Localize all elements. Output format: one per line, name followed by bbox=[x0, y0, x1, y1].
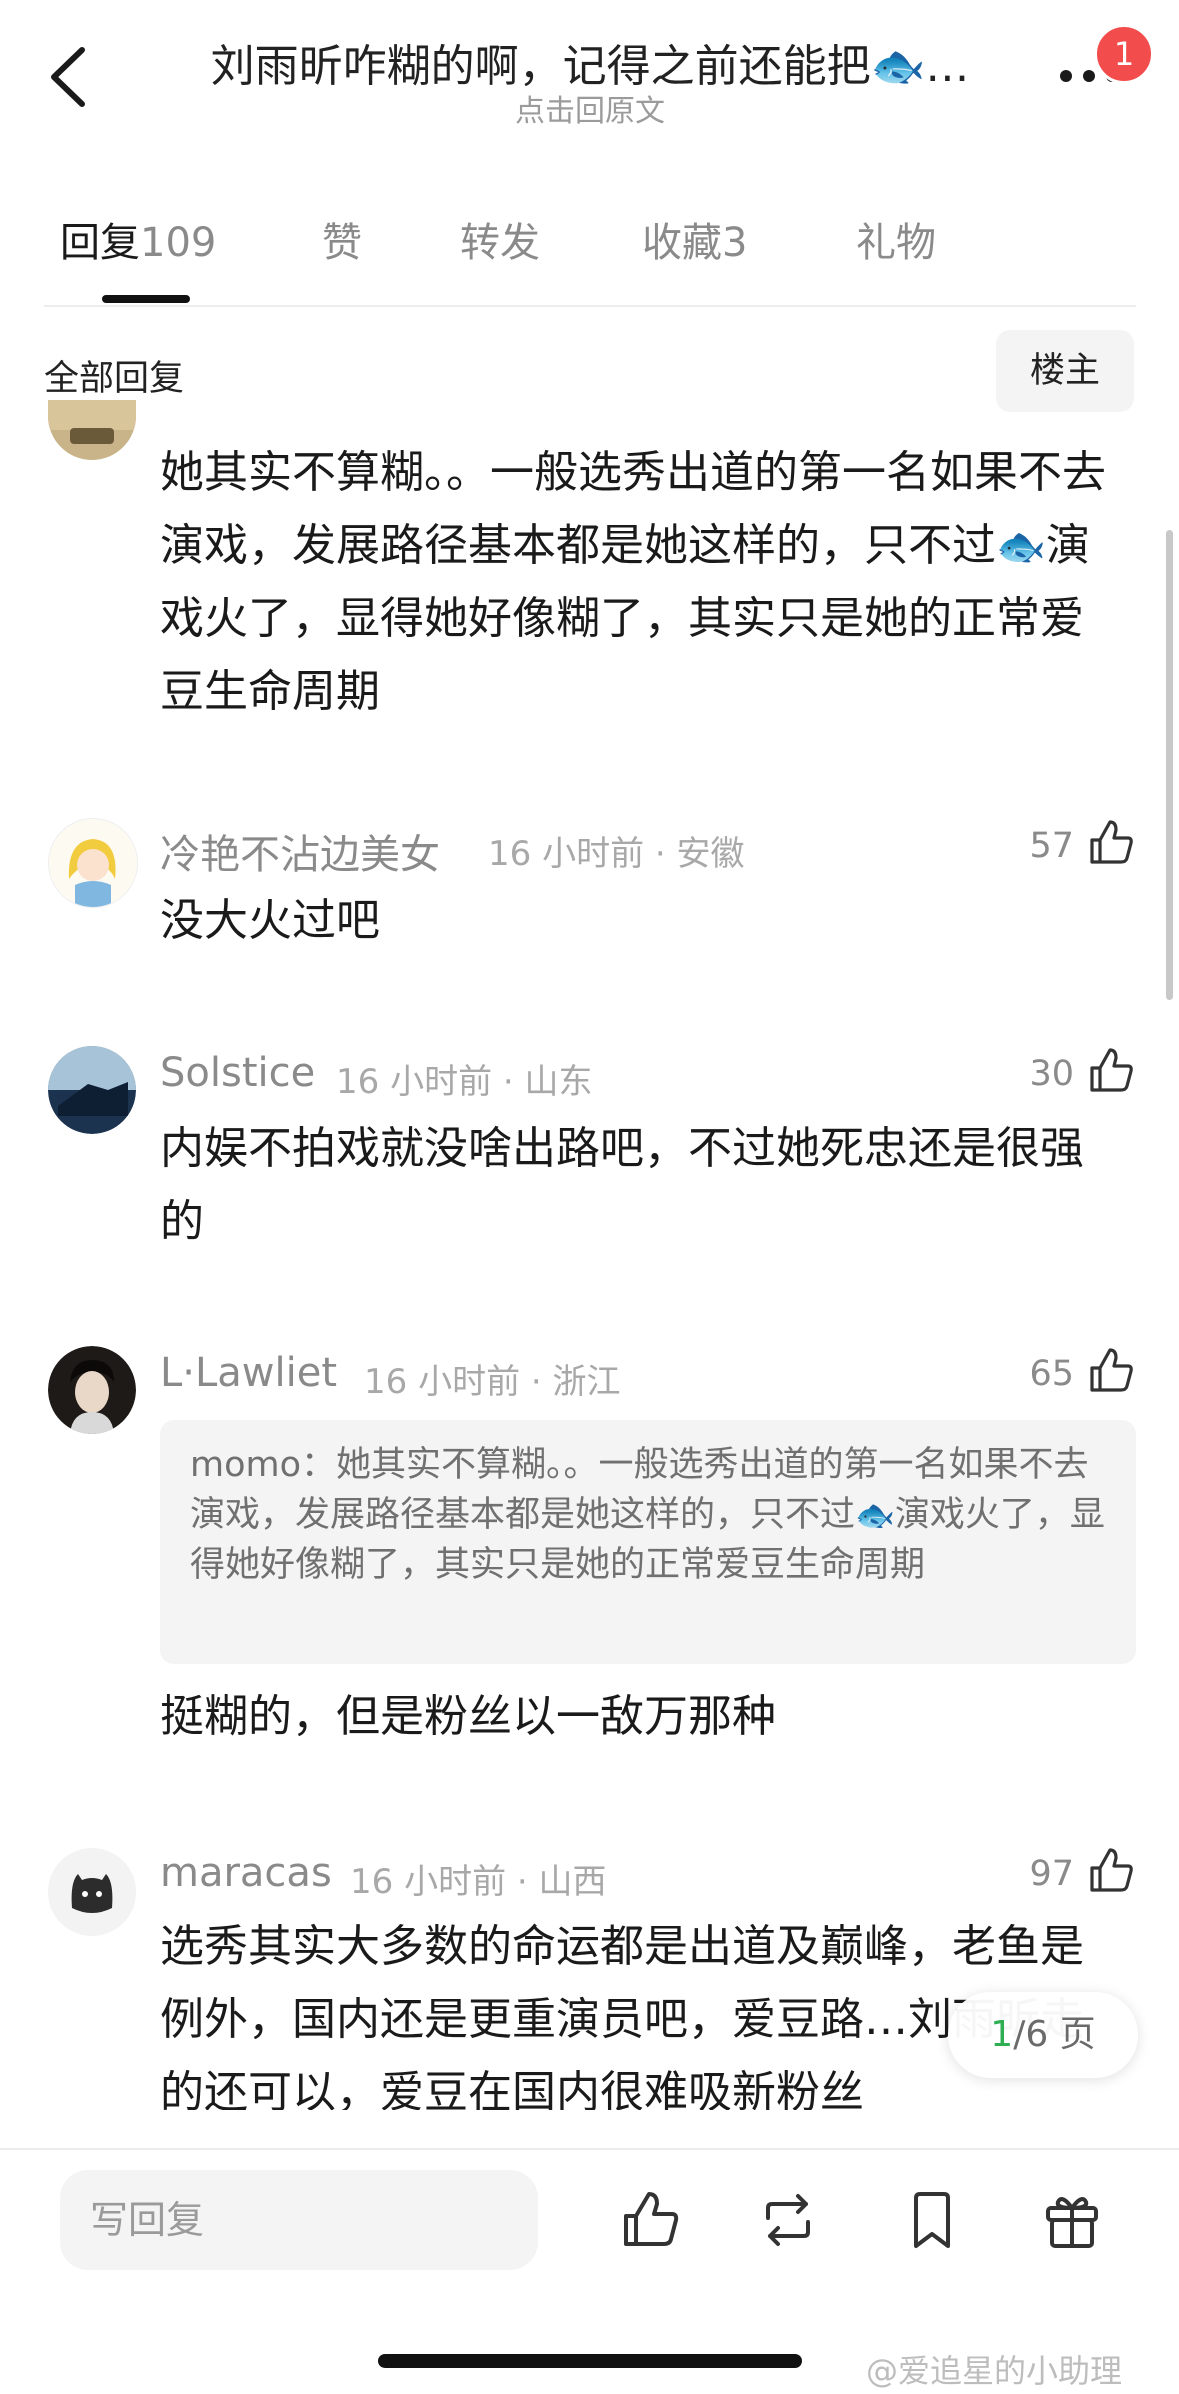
avatar-image bbox=[48, 1848, 136, 1936]
avatar[interactable] bbox=[48, 1848, 136, 1936]
fish-emoji: 🐟 bbox=[855, 1496, 895, 1534]
tab-likes[interactable]: 赞 bbox=[322, 210, 362, 268]
back-chevron-icon[interactable] bbox=[40, 40, 110, 110]
comment-meta: 16 小时前 · 安徽 bbox=[488, 834, 745, 874]
comment-text: 挺糊的，但是粉丝以一敌万那种 bbox=[160, 1691, 776, 1742]
tab-favorites[interactable]: 收藏3 bbox=[642, 210, 747, 268]
fish-emoji: 🐟 bbox=[996, 524, 1046, 570]
tab-favorites-count: 3 bbox=[722, 220, 748, 266]
comment-username[interactable]: maracas bbox=[160, 1850, 332, 1896]
comment-meta: 16 小时前 · 山东 bbox=[336, 1062, 593, 1102]
quoted-reply-text: momo：她其实不算糊。。一般选秀出道的第一名如果不去演戏，发展路径基本都是她这… bbox=[190, 1440, 1110, 1590]
avatar-image bbox=[48, 1346, 136, 1434]
tab-favorites-label: 收藏 bbox=[642, 220, 722, 266]
avatar-partial-image bbox=[48, 400, 136, 444]
comment-text: 内娱不拍戏就没啥出路吧，不过她死忠还是很强的 bbox=[160, 1123, 1084, 1247]
op-filter-button[interactable]: 楼主 bbox=[996, 330, 1134, 412]
current-page: 1 bbox=[990, 2014, 1014, 2055]
total-pages: /6 页 bbox=[1013, 2014, 1096, 2055]
tab-divider bbox=[44, 305, 1136, 307]
tab-reposts[interactable]: 转发 bbox=[460, 210, 540, 268]
comment-username[interactable]: Solstice bbox=[160, 1050, 315, 1096]
thumbs-up-icon[interactable] bbox=[618, 2188, 682, 2252]
tab-replies[interactable]: 回复109 bbox=[60, 210, 216, 268]
page-indicator[interactable]: 1/6 页 bbox=[948, 1992, 1138, 2078]
avatar-image bbox=[48, 1046, 136, 1134]
active-tab-indicator bbox=[102, 295, 190, 303]
comment-meta: 16 小时前 · 山西 bbox=[350, 1862, 607, 1902]
like-count: 30 bbox=[1029, 1054, 1074, 1094]
tab-replies-label: 回复 bbox=[60, 220, 140, 266]
like-count: 97 bbox=[1029, 1854, 1074, 1894]
comment-username[interactable]: 冷艳不沾边美女 bbox=[160, 822, 440, 880]
tab-gifts-label: 礼物 bbox=[856, 220, 936, 266]
avatar[interactable] bbox=[48, 400, 136, 460]
like-count: 57 bbox=[1029, 826, 1074, 866]
repost-icon[interactable] bbox=[756, 2188, 820, 2252]
thumbs-up-icon[interactable] bbox=[1086, 818, 1136, 868]
comment-text: 她其实不算糊。。一般选秀出道的第一名如果不去演戏，发展路径基本都是她这样的，只不… bbox=[160, 436, 1120, 728]
comment-username[interactable]: L·Lawliet bbox=[160, 1350, 337, 1396]
quote-author: momo： bbox=[190, 1445, 337, 1485]
bookmark-icon[interactable] bbox=[900, 2188, 964, 2252]
notification-badge[interactable]: 1 bbox=[1094, 24, 1154, 84]
like-count: 65 bbox=[1029, 1354, 1074, 1394]
tab-likes-label: 赞 bbox=[322, 220, 362, 266]
post-title[interactable]: 刘雨昕咋糊的啊，记得之前还能把🐟… bbox=[200, 30, 980, 94]
avatar[interactable] bbox=[48, 1046, 136, 1134]
reply-input[interactable] bbox=[60, 2170, 538, 2270]
all-replies-title: 全部回复 bbox=[44, 359, 185, 399]
scrollbar[interactable] bbox=[1166, 530, 1173, 1000]
back-to-post-link[interactable]: 点击回原文 bbox=[200, 86, 980, 130]
thumbs-up-icon[interactable] bbox=[1086, 1346, 1136, 1396]
avatar[interactable] bbox=[48, 818, 138, 908]
bottom-bar-divider bbox=[0, 2148, 1179, 2150]
thumbs-up-icon[interactable] bbox=[1086, 1846, 1136, 1896]
tab-gifts[interactable]: 礼物 bbox=[856, 210, 936, 268]
comment-text-part: 她其实不算糊。。一般选秀出道的第一名如果不去演戏，发展路径基本都是她这样的，只不… bbox=[160, 447, 1106, 571]
home-indicator bbox=[378, 2354, 802, 2368]
tab-reposts-label: 转发 bbox=[460, 220, 540, 266]
watermark: @爱追星的小助理 bbox=[866, 2352, 1123, 2390]
comment-text: 没大火过吧 bbox=[160, 895, 380, 946]
avatar[interactable] bbox=[48, 1346, 136, 1434]
gift-icon[interactable] bbox=[1040, 2188, 1104, 2252]
comment-meta: 16 小时前 · 浙江 bbox=[364, 1362, 621, 1402]
avatar-image bbox=[49, 819, 137, 907]
quoted-reply[interactable]: momo：她其实不算糊。。一般选秀出道的第一名如果不去演戏，发展路径基本都是她这… bbox=[160, 1420, 1136, 1664]
thumbs-up-icon[interactable] bbox=[1086, 1046, 1136, 1096]
tab-replies-count: 109 bbox=[140, 220, 217, 266]
